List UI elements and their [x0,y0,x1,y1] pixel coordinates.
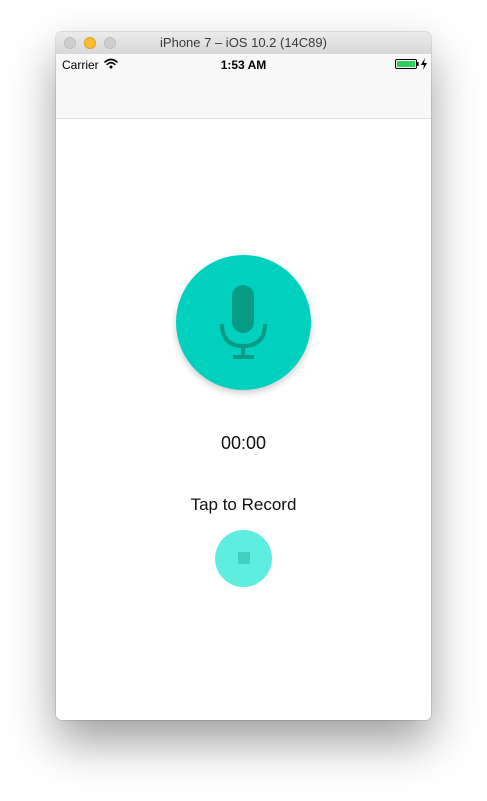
microphone-icon [220,285,267,359]
stop-icon [238,552,250,564]
recorder-screen: 00:00 Tap to Record [56,119,431,720]
window-titlebar: iPhone 7 – iOS 10.2 (14C89) [56,32,431,55]
battery-icon [395,59,419,69]
status-time: 1:53 AM [220,58,267,72]
recording-timer: 00:00 [220,433,267,453]
window-title: iPhone 7 – iOS 10.2 (14C89) [160,35,327,50]
navigation-bar [56,74,431,119]
charging-icon [421,58,427,70]
status-bar: Carrier 1:53 AM [56,54,431,74]
simulator-window: iPhone 7 – iOS 10.2 (14C89) Carrier 1:53… [56,32,431,720]
record-button[interactable] [176,255,311,390]
stop-button[interactable] [215,530,272,587]
tap-to-record-label: Tap to Record [190,495,297,514]
